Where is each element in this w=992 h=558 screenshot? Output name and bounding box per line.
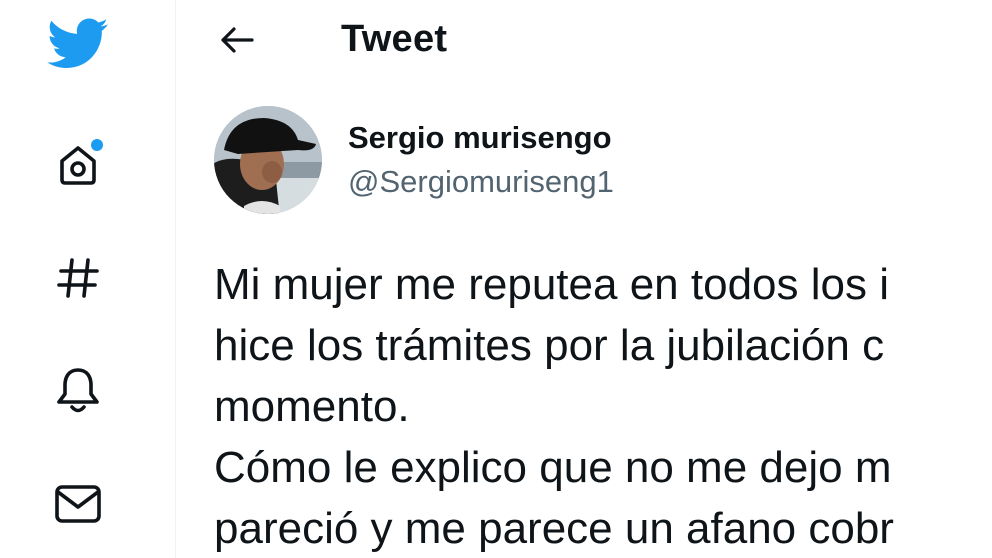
envelope-icon <box>52 482 104 526</box>
tweet-text-line: hice los trámites por la jubilación c <box>214 321 885 370</box>
notification-dot-badge <box>91 139 103 151</box>
tweet-text-line: Mi mujer me reputea en todos los i <box>214 260 889 309</box>
nav-home-button[interactable] <box>40 126 116 202</box>
back-button[interactable] <box>209 16 265 68</box>
author-handle[interactable]: @Sergiomuriseng1 <box>348 164 614 200</box>
tweet-text: Mi mujer me reputea en todos los i hice … <box>214 254 992 558</box>
author-name[interactable]: Sergio murisengo <box>348 120 612 156</box>
hashtag-icon <box>54 254 102 302</box>
tweet-author: Sergio murisengo @Sergiomuriseng1 <box>214 106 914 216</box>
twitter-logo-link[interactable] <box>40 6 116 82</box>
tweet-text-line: Cómo le explico que no me dejo m <box>214 443 892 492</box>
twitter-bird-icon <box>47 18 109 70</box>
page-header: Tweet <box>177 0 992 84</box>
nav-explore-button[interactable] <box>40 240 116 316</box>
tweet-page: Tweet Sergio murisengo @Sergiomuriseng1 … <box>0 0 992 558</box>
tweet-text-line: pareció y me parece un afano cobr <box>214 504 894 553</box>
tweet-text-line: momento. <box>214 382 410 431</box>
nav-messages-button[interactable] <box>40 466 116 542</box>
nav-notifications-button[interactable] <box>40 352 116 428</box>
sidebar-nav <box>0 0 176 558</box>
bell-icon <box>53 364 103 416</box>
arrow-left-icon <box>219 26 255 59</box>
avatar[interactable] <box>214 106 322 214</box>
page-title: Tweet <box>341 18 448 60</box>
